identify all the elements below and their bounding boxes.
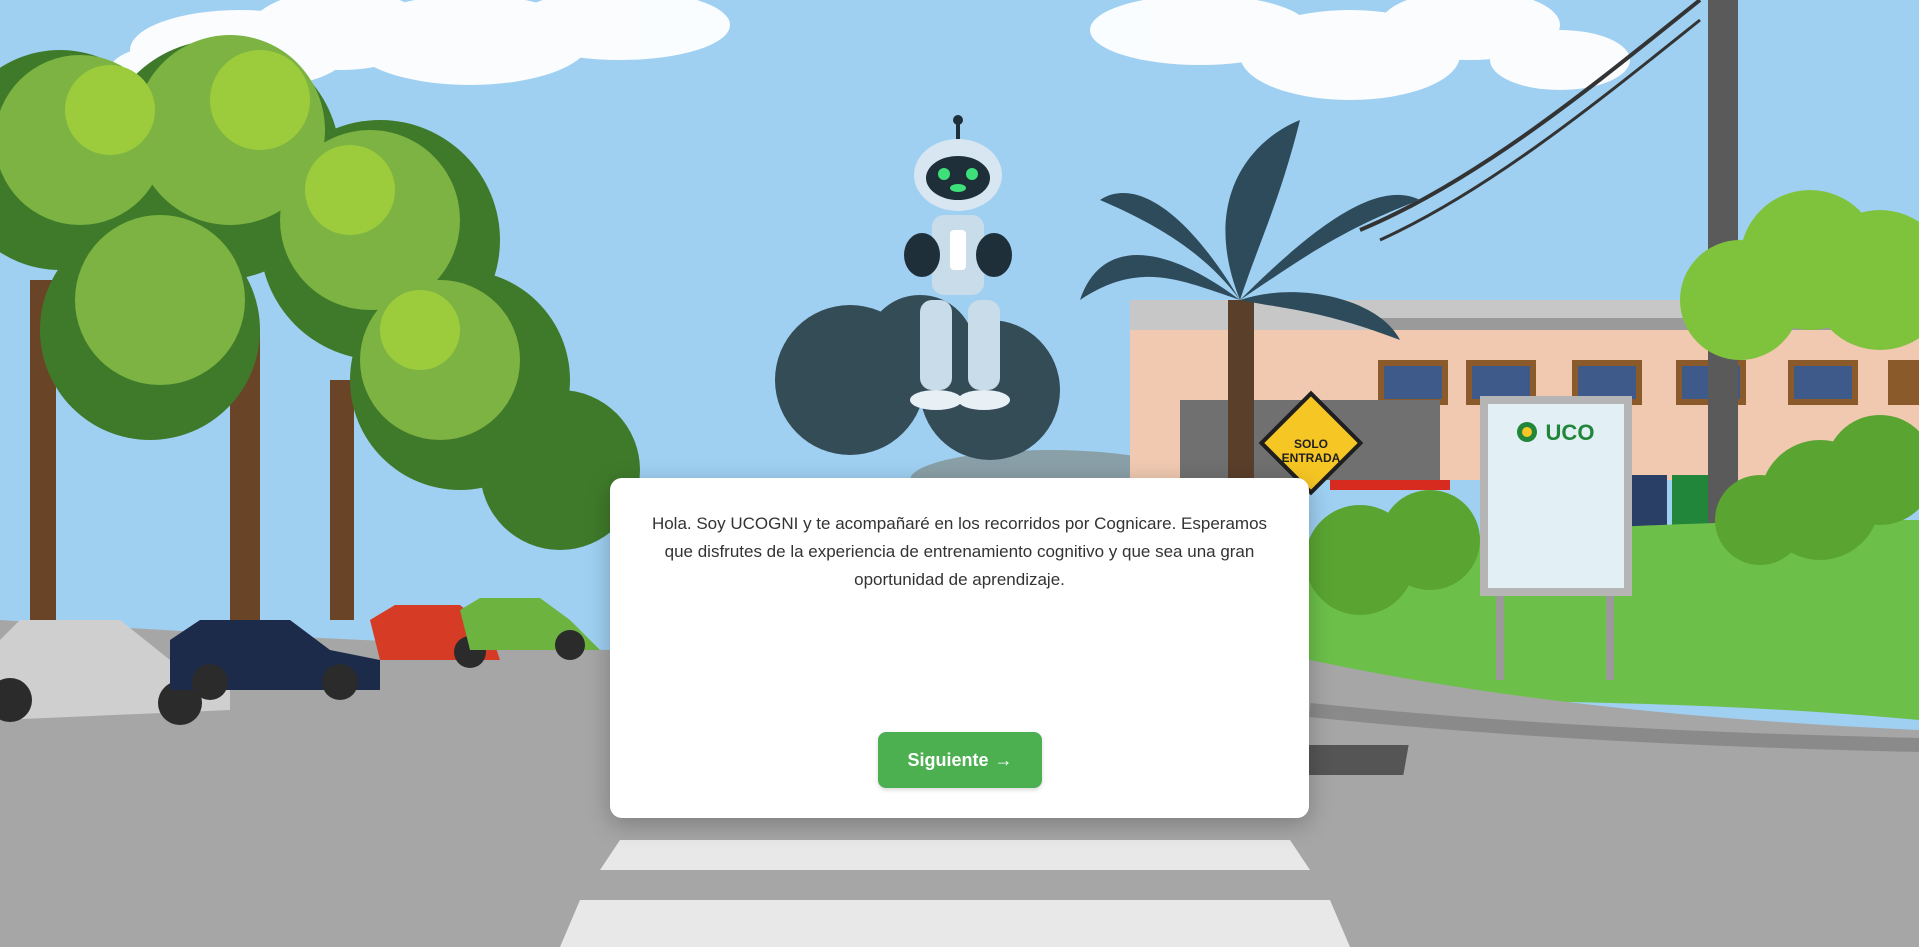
billboard-logo: UCO	[1546, 420, 1595, 445]
next-button-label: Siguiente	[907, 749, 989, 770]
arrow-right-icon: →	[994, 749, 1013, 770]
next-button[interactable]: Siguiente →	[878, 732, 1042, 788]
sign-line-1: SOLO	[1294, 437, 1328, 451]
welcome-dialog: Hola. Soy UCOGNI y te acompañaré en los …	[610, 478, 1309, 818]
welcome-message: Hola. Soy UCOGNI y te acompañaré en los …	[651, 514, 1268, 589]
sign-line-2: ENTRADA	[1282, 451, 1341, 465]
